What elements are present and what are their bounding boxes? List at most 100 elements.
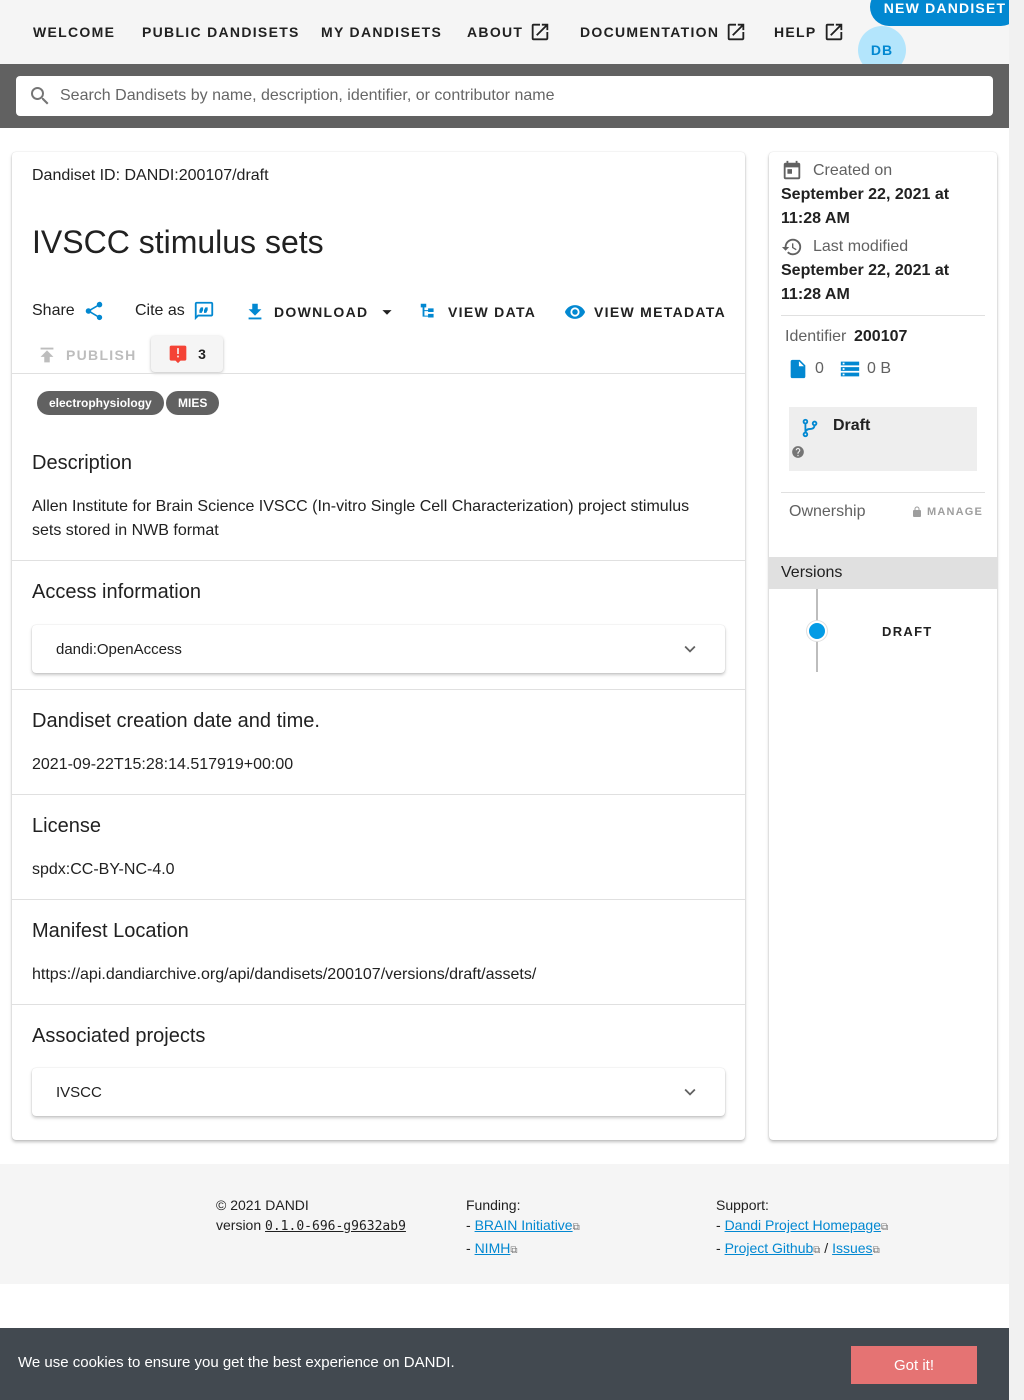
footer-copyright-col: © 2021 DANDI version 0.1.0-696-g9632ab9 <box>216 1195 406 1237</box>
external-link-icon: ⧉ <box>813 1245 821 1256</box>
divider <box>781 492 985 493</box>
support-label: Support: <box>716 1197 769 1213</box>
cookie-accept-button[interactable]: Got it! <box>851 1346 977 1384</box>
footer-version-prefix: version <box>216 1217 266 1233</box>
divider <box>12 899 745 900</box>
keyword-chip[interactable]: MIES <box>166 391 220 415</box>
new-dandiset-button[interactable]: New Dandiset <box>870 0 1020 26</box>
share-icon <box>85 301 102 321</box>
divider <box>781 315 985 316</box>
eye-icon <box>564 305 586 319</box>
calendar-icon <box>783 160 801 180</box>
publish-label: Publish <box>66 347 137 363</box>
download-button[interactable]: Download <box>244 301 398 323</box>
modified-label-text: Last modified <box>813 238 909 255</box>
license-value: spdx:CC-BY-NC-4.0 <box>32 861 175 878</box>
file-tree-icon <box>420 303 434 318</box>
cookie-message: We use cookies to ensure you get the bes… <box>18 1354 455 1371</box>
open-in-new-icon <box>728 23 745 41</box>
dandiset-title: IVSCC stimulus sets <box>32 224 324 260</box>
cite-label: Cite as <box>135 302 185 319</box>
view-metadata-label: View Metadata <box>594 304 726 320</box>
validation-errors-button[interactable]: 3 <box>151 336 223 372</box>
license-heading: License <box>32 815 101 837</box>
share-label: Share <box>32 302 75 319</box>
access-value: dandi:OpenAccess <box>56 640 182 658</box>
nav-my-dandisets-label: My Dandisets <box>321 24 443 40</box>
nav-help[interactable]: Help <box>774 0 845 64</box>
chevron-down-icon <box>684 1088 696 1096</box>
versions-heading: Versions <box>769 557 997 589</box>
identifier-label: Identifier <box>785 328 847 345</box>
source-branch-icon <box>802 418 818 438</box>
external-link-icon: ⧉ <box>572 1222 580 1233</box>
divider <box>12 560 745 561</box>
access-heading: Access information <box>32 581 201 603</box>
nav-public-dandisets-label: Public Dandisets <box>142 24 300 40</box>
access-panel[interactable]: dandi:OpenAccess <box>32 625 725 673</box>
modified-value: September 22, 2021 at 11:28 AM <box>781 262 950 303</box>
identifier-value: 200107 <box>854 328 908 345</box>
manage-label: Manage <box>927 506 984 518</box>
dandiset-main-card: Dandiset ID: DANDI:200107/draft IVSCC st… <box>12 152 745 1140</box>
nav-documentation[interactable]: Documentation <box>580 0 747 64</box>
search-box <box>16 76 993 116</box>
publish-button[interactable]: Publish <box>36 344 137 366</box>
description-text: Allen Institute for Brain Science IVSCC … <box>32 498 690 539</box>
view-data-label: View Data <box>448 304 537 320</box>
open-in-new-icon <box>532 23 549 41</box>
issues-link[interactable]: Issues <box>832 1240 872 1256</box>
description-heading: Description <box>32 452 133 474</box>
footer-support-col: Support: - Dandi Project Homepage⧉ - Pro… <box>716 1197 889 1256</box>
created-value: September 22, 2021 at 11:28 AM <box>781 186 950 227</box>
project-github-link[interactable]: Project Github <box>725 1240 814 1256</box>
manifest-heading: Manifest Location <box>32 920 189 942</box>
view-metadata-button[interactable]: View Metadata <box>564 301 726 323</box>
history-icon <box>781 238 802 256</box>
version-draft-button[interactable]: Draft <box>882 624 933 639</box>
nav-my-dandisets[interactable]: My Dandisets <box>321 0 442 64</box>
footer-version-line: version 0.1.0-696-g9632ab9 <box>216 1215 406 1237</box>
projects-heading: Associated projects <box>32 1025 206 1047</box>
divider <box>12 689 745 690</box>
footer-funding-col: Funding: - BRAIN Initiative⧉ - NIMH⧉ <box>466 1197 580 1256</box>
brain-initiative-link[interactable]: BRAIN Initiative <box>475 1217 573 1233</box>
dandiset-size: 0 B <box>839 358 891 380</box>
download-label: Download <box>274 304 369 320</box>
projects-panel[interactable]: IVSCC <box>32 1068 725 1116</box>
alert-box-icon <box>169 345 187 364</box>
publish-icon <box>40 347 54 363</box>
caret-down-icon <box>382 310 392 315</box>
dandiset-size-value: 0 B <box>867 360 892 377</box>
modified-label: Last modified <box>781 236 908 258</box>
help-circle-icon[interactable] <box>791 445 805 459</box>
keyword-chip[interactable]: electrophysiology <box>37 391 164 415</box>
search-input[interactable] <box>60 87 960 105</box>
page-scrollbar[interactable] <box>1009 0 1024 1400</box>
creation-date-heading: Dandiset creation date and time. <box>32 710 320 732</box>
open-in-new-icon <box>825 23 842 41</box>
nimh-link[interactable]: NIMH <box>475 1240 511 1256</box>
file-count-value: 0 <box>815 360 824 377</box>
view-data-button[interactable]: View Data <box>418 301 536 323</box>
nav-public-dandisets[interactable]: Public Dandisets <box>142 0 300 64</box>
status-value: Draft <box>833 417 871 434</box>
cite-button[interactable]: Cite as <box>135 300 215 322</box>
footer: © 2021 DANDI version 0.1.0-696-g9632ab9 … <box>0 1164 1009 1284</box>
divider <box>12 1004 745 1005</box>
version-dot <box>807 621 827 641</box>
nav-welcome[interactable]: Welcome <box>33 0 115 64</box>
divider <box>12 373 745 374</box>
manifest-value[interactable]: https://api.dandiarchive.org/api/dandise… <box>32 963 536 987</box>
cookie-banner: We use cookies to ensure you get the bes… <box>0 1328 1009 1400</box>
external-link-icon: ⧉ <box>880 1222 889 1233</box>
footer-version-link[interactable]: 0.1.0-696-g9632ab9 <box>265 1219 406 1234</box>
creation-date-value: 2021-09-22T15:28:14.517919+00:00 <box>32 756 294 773</box>
nav-about[interactable]: About <box>467 0 551 64</box>
manage-button[interactable]: Manage <box>911 506 983 518</box>
dandi-homepage-link[interactable]: Dandi Project Homepage <box>725 1217 881 1233</box>
share-button[interactable]: Share <box>32 300 105 322</box>
funding-label: Funding: <box>466 1197 521 1213</box>
footer-copyright: © 2021 DANDI <box>216 1197 309 1213</box>
nav-welcome-label: Welcome <box>33 24 116 40</box>
